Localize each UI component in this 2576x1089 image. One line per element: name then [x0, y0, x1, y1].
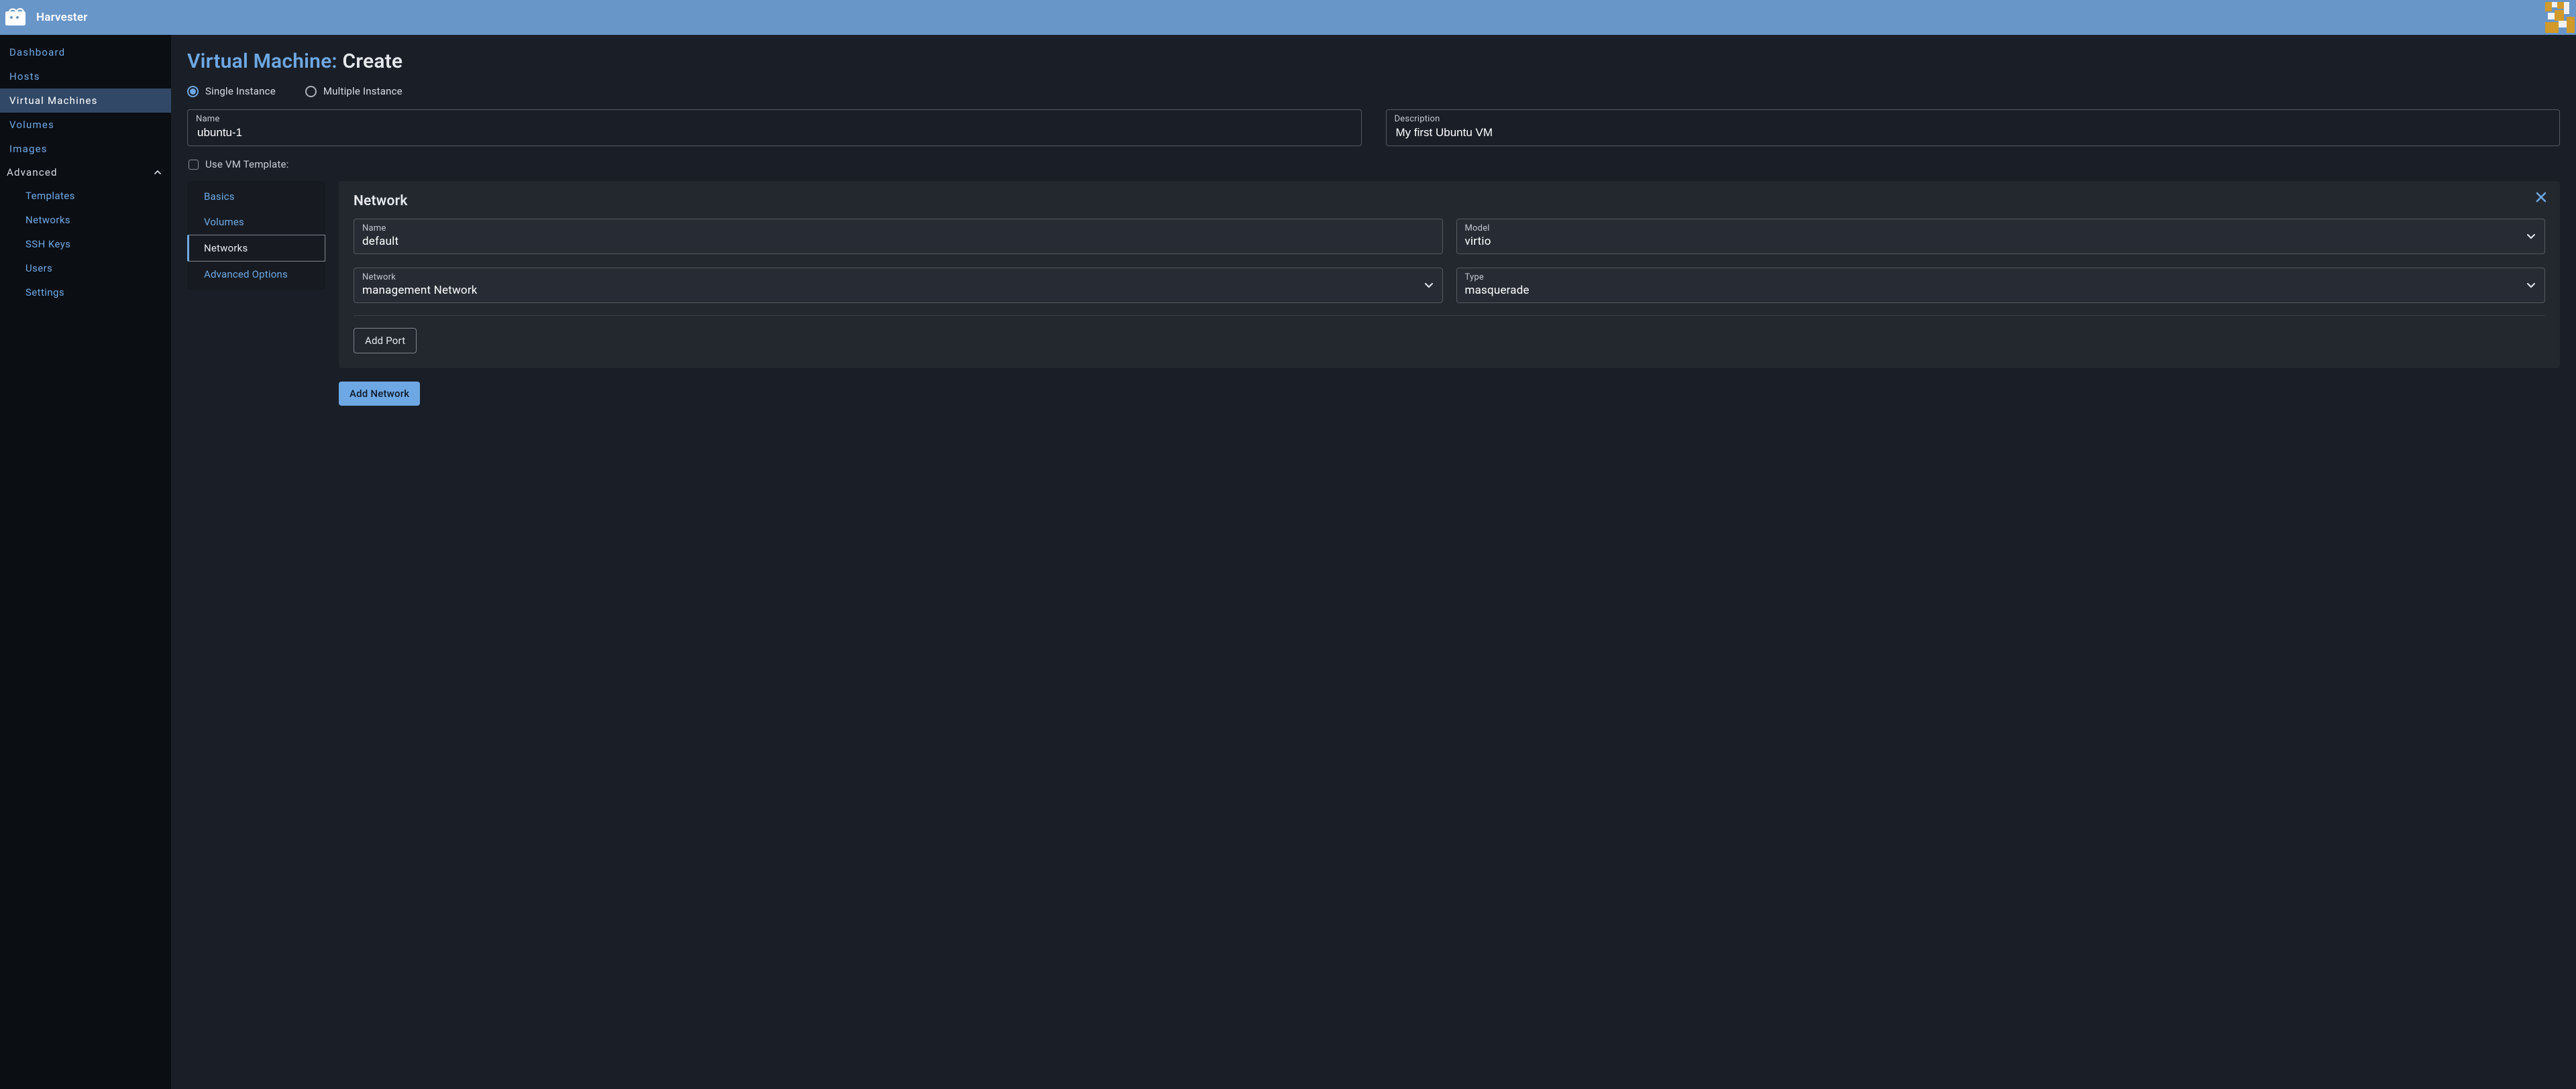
radio-label: Single Instance — [205, 85, 276, 97]
network-card: Network Name default — [339, 181, 2560, 368]
checkbox-icon — [189, 160, 199, 170]
description-field[interactable]: Description — [1386, 109, 2561, 146]
field-label: Type — [1465, 272, 1529, 282]
page-title-action: Create — [342, 50, 402, 73]
vtab-advanced-options[interactable]: Advanced Options — [187, 262, 325, 287]
field-label: Network — [362, 272, 478, 282]
sidebar-item-label: Dashboard — [9, 46, 65, 58]
sidebar-item-label: Users — [25, 262, 52, 274]
sidebar: Dashboard Hosts Virtual Machines Volumes… — [0, 35, 171, 1089]
network-network-select[interactable]: Network management Network — [354, 268, 1443, 303]
main-content: Virtual Machine: Create Single Instance … — [171, 35, 2576, 1089]
sidebar-item-label: Networks — [25, 214, 70, 226]
vtab-label: Basics — [204, 190, 235, 203]
network-name-field[interactable]: Name default — [354, 219, 1443, 254]
close-icon[interactable] — [2534, 190, 2548, 204]
vtab-networks[interactable]: Networks — [187, 235, 325, 262]
field-label: Name — [196, 114, 1353, 124]
sidebar-item-label: Settings — [25, 286, 64, 298]
divider — [354, 315, 2545, 316]
sidebar-item-networks[interactable]: Networks — [16, 208, 171, 232]
field-value: virtio — [1465, 235, 1491, 248]
sidebar-section-label: Advanced — [7, 166, 58, 178]
checkbox-label: Use VM Template: — [205, 158, 288, 170]
sidebar-item-label: Hosts — [9, 70, 40, 82]
sidebar-item-ssh-keys[interactable]: SSH Keys — [16, 232, 171, 256]
instance-mode-radio-group: Single Instance Multiple Instance — [187, 85, 2560, 97]
sidebar-item-virtual-machines[interactable]: Virtual Machines — [0, 89, 171, 113]
description-input[interactable] — [1395, 125, 2552, 140]
radio-multiple-instance[interactable]: Multiple Instance — [305, 85, 402, 97]
name-input[interactable] — [196, 125, 1353, 140]
field-label: Description — [1395, 114, 2552, 124]
field-label: Name — [362, 223, 398, 233]
network-model-select[interactable]: Model virtio — [1456, 219, 2546, 254]
chevron-up-icon — [154, 168, 162, 176]
chevron-down-icon — [2526, 231, 2536, 241]
sidebar-subnav-advanced: Templates Networks SSH Keys Users Settin… — [0, 184, 171, 304]
sidebar-item-label: Images — [9, 143, 48, 155]
sidebar-section-advanced[interactable]: Advanced — [0, 161, 171, 184]
sidebar-item-settings[interactable]: Settings — [16, 280, 171, 304]
sidebar-item-dashboard[interactable]: Dashboard — [0, 40, 171, 64]
page-title-prefix: Virtual Machine: — [187, 50, 342, 73]
sidebar-item-images[interactable]: Images — [0, 137, 171, 161]
sidebar-item-hosts[interactable]: Hosts — [0, 64, 171, 89]
sidebar-item-label: Templates — [25, 190, 75, 202]
radio-single-instance[interactable]: Single Instance — [187, 85, 276, 97]
sidebar-item-templates[interactable]: Templates — [16, 184, 171, 208]
brand-name: Harvester — [36, 11, 88, 24]
vertical-tabs: Basics Volumes Networks Advanced Options — [187, 181, 325, 290]
sidebar-item-label: Volumes — [9, 119, 54, 131]
sidebar-item-label: SSH Keys — [25, 238, 70, 250]
vtab-volumes[interactable]: Volumes — [187, 209, 325, 235]
harvester-logo-icon — [5, 7, 30, 27]
field-value: default — [362, 235, 398, 248]
vtab-label: Networks — [204, 242, 248, 254]
vtab-label: Volumes — [204, 216, 244, 228]
card-title: Network — [354, 193, 2545, 209]
field-value: masquerade — [1465, 284, 1529, 297]
brand[interactable]: Harvester — [0, 7, 88, 27]
add-port-button[interactable]: Add Port — [354, 328, 417, 353]
chevron-down-icon — [2526, 280, 2536, 290]
sidebar-item-users[interactable]: Users — [16, 256, 171, 280]
radio-label: Multiple Instance — [323, 85, 402, 97]
sidebar-item-label: Virtual Machines — [9, 95, 98, 107]
vtab-basics[interactable]: Basics — [187, 184, 325, 209]
chevron-down-icon — [1424, 280, 1434, 290]
user-avatar-icon[interactable] — [2545, 2, 2575, 33]
sidebar-item-volumes[interactable]: Volumes — [0, 113, 171, 137]
vtab-label: Advanced Options — [204, 268, 288, 280]
radio-dot-icon — [187, 86, 199, 97]
field-value: management Network — [362, 284, 478, 297]
page-title: Virtual Machine: Create — [187, 50, 2560, 73]
radio-dot-icon — [305, 86, 317, 97]
add-network-button[interactable]: Add Network — [339, 382, 420, 406]
name-field[interactable]: Name — [187, 109, 1362, 146]
use-vm-template-checkbox[interactable]: Use VM Template: — [189, 158, 2560, 170]
field-label: Model — [1465, 223, 1491, 233]
network-type-select[interactable]: Type masquerade — [1456, 268, 2546, 303]
top-bar: Harvester — [0, 0, 2576, 35]
